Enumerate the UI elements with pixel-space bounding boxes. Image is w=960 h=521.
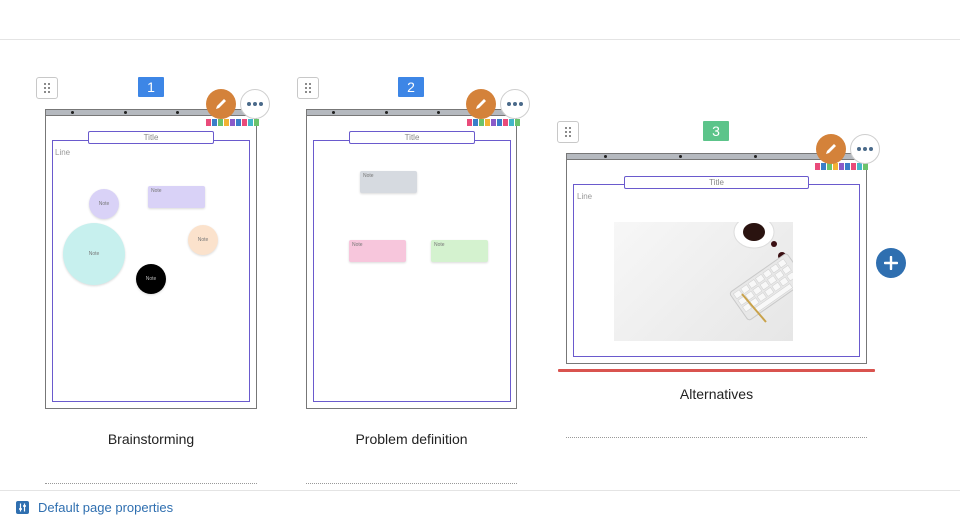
divider (45, 483, 257, 484)
note-circle: Note (136, 264, 166, 294)
title-box: Title (624, 176, 809, 189)
drag-handle-icon[interactable] (297, 77, 319, 99)
pencil-icon (476, 99, 486, 109)
note-rect: Note (360, 171, 417, 193)
brand-logo (206, 119, 259, 126)
title-box: Title (349, 131, 475, 144)
more-dots-icon (247, 102, 263, 106)
more-dots-icon (507, 102, 523, 106)
note-rect: Note (148, 186, 205, 208)
drag-handle-icon[interactable] (36, 77, 58, 99)
page-caption[interactable]: Alternatives (566, 386, 867, 402)
page-number-badge[interactable]: 2 (398, 77, 424, 97)
plus-icon (884, 256, 898, 270)
active-page-indicator (558, 369, 875, 372)
default-page-properties-link[interactable]: Default page properties (16, 500, 173, 515)
drag-handle-icon[interactable] (557, 121, 579, 143)
more-dots-icon (857, 147, 873, 151)
page-number-badge[interactable]: 3 (703, 121, 729, 141)
divider (306, 483, 517, 484)
edit-page-button[interactable] (206, 89, 236, 119)
add-page-button[interactable] (876, 248, 906, 278)
page-number-badge[interactable]: 1 (138, 77, 164, 97)
page-caption[interactable]: Brainstorming (45, 431, 257, 447)
note-rect: Note (349, 240, 406, 262)
sliders-icon (16, 501, 29, 514)
title-box: Title (88, 131, 214, 144)
edit-page-button[interactable] (466, 89, 496, 119)
note-circle: Note (188, 225, 218, 255)
page-thumbnail[interactable]: Title Line (566, 153, 868, 364)
page-options-button[interactable] (850, 134, 880, 164)
note-rect: Note (431, 240, 488, 262)
page-thumbnail[interactable]: Title Note Note Note (306, 109, 520, 409)
divider (566, 437, 867, 438)
page-options-button[interactable] (500, 89, 530, 119)
page-options-button[interactable] (240, 89, 270, 119)
default-page-properties-label: Default page properties (38, 500, 174, 515)
line-label: Line (55, 148, 71, 157)
line-label: Line (577, 192, 593, 201)
desk-photo (614, 222, 793, 341)
pencil-icon (216, 99, 226, 109)
top-toolbar (0, 0, 960, 40)
page-thumbnail[interactable]: Title Line Note Note Note Note Note (45, 109, 259, 409)
brand-logo (815, 163, 868, 170)
edit-page-button[interactable] (816, 134, 846, 164)
page-caption[interactable]: Problem definition (306, 431, 517, 447)
note-circle: Note (63, 223, 125, 285)
pencil-icon (826, 144, 836, 154)
note-circle: Note (89, 189, 119, 219)
brand-logo (467, 119, 520, 126)
